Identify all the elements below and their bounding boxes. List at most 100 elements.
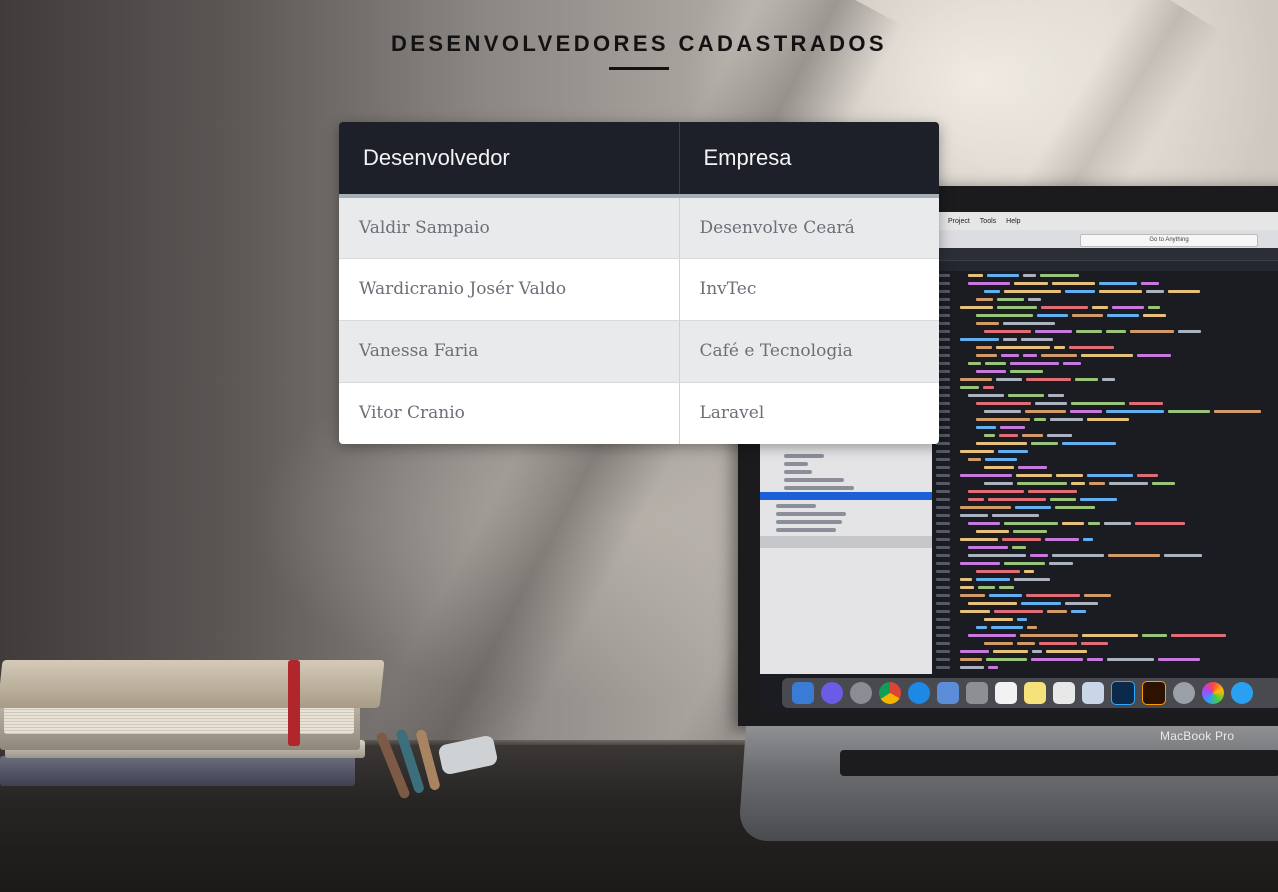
code-token <box>976 354 997 357</box>
code-token <box>1048 394 1064 397</box>
laptop-base <box>737 726 1278 841</box>
code-token <box>1031 442 1058 445</box>
code-token <box>1062 442 1116 445</box>
code-token <box>1088 522 1100 525</box>
code-token <box>960 658 982 661</box>
code-token <box>999 586 1014 589</box>
code-token <box>1028 490 1077 493</box>
code-token <box>1071 402 1125 405</box>
code-line-number <box>936 586 950 589</box>
code-token <box>976 530 1009 533</box>
code-token <box>968 554 1026 557</box>
code-token <box>968 602 1017 605</box>
code-token <box>960 666 984 669</box>
code-token <box>960 578 972 581</box>
code-token <box>1112 306 1144 309</box>
preview-icon <box>937 682 959 704</box>
code-line-number <box>936 498 950 501</box>
code-token <box>1102 378 1115 381</box>
code-token <box>1070 410 1102 413</box>
code-token <box>1087 474 1133 477</box>
code-token <box>1075 378 1098 381</box>
code-token <box>985 458 1017 461</box>
code-token <box>968 458 981 461</box>
code-token <box>1031 658 1083 661</box>
notebook-cover <box>0 660 385 708</box>
code-token <box>1108 554 1160 557</box>
code-line-number <box>936 522 950 525</box>
illustrator-icon <box>1142 681 1166 705</box>
launchpad-icon <box>850 682 872 704</box>
code-token <box>984 466 1014 469</box>
code-line-number <box>936 602 950 605</box>
developer-name-cell: Vanessa Faria <box>339 320 680 383</box>
code-token <box>1041 306 1088 309</box>
table-row: Wardicranio Josér Valdo InvTec <box>339 258 939 321</box>
developer-name-cell: Valdir Sampaio <box>339 196 680 259</box>
code-token <box>1146 290 1164 293</box>
table-row: Valdir Sampaio Desenvolve Ceará <box>339 196 939 259</box>
code-token <box>1035 402 1067 405</box>
code-token <box>968 498 984 501</box>
code-token <box>960 514 988 517</box>
code-token <box>996 346 1050 349</box>
company-cell: InvTec <box>679 258 939 321</box>
code-token <box>1016 474 1052 477</box>
code-token <box>1137 474 1158 477</box>
code-line-number <box>936 570 950 573</box>
code-token <box>960 474 1012 477</box>
code-token <box>968 546 1008 549</box>
code-token <box>985 362 1006 365</box>
code-token <box>1010 370 1043 373</box>
title-underline <box>609 67 669 70</box>
code-token <box>976 570 1020 573</box>
code-token <box>988 666 998 669</box>
code-token <box>1099 282 1137 285</box>
code-token <box>960 506 1011 509</box>
developer-name-cell: Vitor Cranio <box>339 382 680 444</box>
code-token <box>984 330 1031 333</box>
code-line-number <box>936 506 950 509</box>
company-cell: Desenvolve Ceará <box>679 196 939 259</box>
code-token <box>1017 642 1035 645</box>
code-token <box>999 434 1018 437</box>
notes-icon <box>1024 682 1046 704</box>
editor-search-box: Go to Anything <box>1080 234 1258 247</box>
code-token <box>1072 314 1103 317</box>
code-line-number <box>936 634 950 637</box>
code-token <box>1024 570 1034 573</box>
code-token <box>998 450 1028 453</box>
code-token <box>960 386 979 389</box>
code-token <box>1081 354 1133 357</box>
code-token <box>1089 482 1105 485</box>
code-token <box>1178 330 1201 333</box>
table-body: Valdir Sampaio Desenvolve Ceará Wardicra… <box>339 196 939 444</box>
code-token <box>960 586 974 589</box>
code-token <box>1027 626 1037 629</box>
company-cell: Laravel <box>679 382 939 444</box>
code-token <box>1030 554 1048 557</box>
code-token <box>1129 402 1163 405</box>
code-token <box>984 434 995 437</box>
code-token <box>1141 282 1159 285</box>
code-token <box>960 306 993 309</box>
code-token <box>1021 338 1053 341</box>
column-header-developer: Desenvolvedor <box>339 122 680 196</box>
code-token <box>1026 594 1080 597</box>
code-token <box>968 634 1016 637</box>
code-token <box>1063 362 1081 365</box>
project-panel-footer <box>760 536 932 548</box>
code-token <box>1081 642 1108 645</box>
code-token <box>1022 434 1043 437</box>
code-token <box>1017 618 1027 621</box>
code-line-number <box>936 514 950 517</box>
code-token <box>1021 602 1061 605</box>
code-token <box>1148 306 1160 309</box>
code-token <box>1004 562 1045 565</box>
safari-icon <box>908 682 930 704</box>
project-panel-selected-file <box>760 492 932 500</box>
code-token <box>1032 650 1042 653</box>
code-token <box>1087 418 1129 421</box>
code-token <box>994 610 1043 613</box>
code-token <box>1106 330 1126 333</box>
